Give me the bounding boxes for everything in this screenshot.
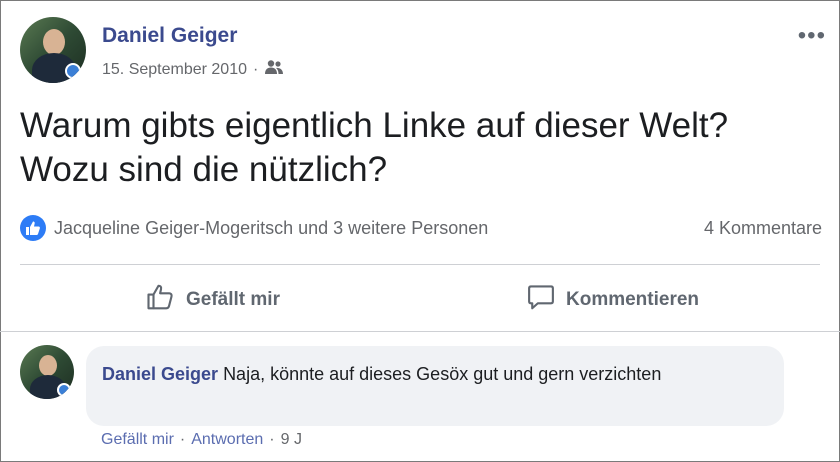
comment-body: Daniel Geiger Naja, könnte auf dieses Ge…: [102, 361, 722, 387]
more-options-icon[interactable]: •••: [798, 22, 826, 50]
comment-age[interactable]: 9 J: [281, 431, 302, 449]
comment-bubble-icon: [526, 282, 556, 318]
action-separator: ·: [179, 431, 186, 448]
comment-text: Naja, könnte auf dieses Gesöx gut und ge…: [223, 364, 662, 384]
post-author-name[interactable]: Daniel Geiger: [102, 24, 237, 48]
reactions-text: Jacqueline Geiger-Mogeritsch und 3 weite…: [54, 217, 489, 238]
like-button[interactable]: Gefällt mir: [146, 282, 280, 318]
comment-button[interactable]: Kommentieren: [526, 282, 699, 318]
divider: [20, 264, 820, 265]
post-text: Warum gibts eigentlich Linke auf dieser …: [20, 106, 729, 189]
meta-separator: ·: [253, 60, 259, 78]
comment-actions: Gefällt mir · Antworten · 9 J: [101, 431, 302, 449]
like-button-label: Gefällt mir: [186, 289, 280, 310]
friends-icon[interactable]: [264, 59, 284, 80]
post-meta: 15. September 2010 ·: [102, 59, 284, 80]
comment-button-label: Kommentieren: [566, 289, 700, 310]
comment-reply-link[interactable]: Antworten: [191, 431, 263, 449]
thumbs-up-icon: [146, 282, 176, 318]
author-avatar[interactable]: [20, 17, 86, 83]
like-reaction-icon: [20, 215, 46, 241]
comment-like-link[interactable]: Gefällt mir: [101, 431, 174, 449]
comment-count[interactable]: 4 Kommentare: [704, 218, 822, 239]
reactions-summary[interactable]: Jacqueline Geiger-Mogeritsch und 3 weite…: [20, 215, 488, 241]
action-separator: ·: [269, 431, 275, 448]
commenter-avatar[interactable]: [20, 345, 74, 399]
post-date[interactable]: 15. September 2010: [102, 61, 247, 79]
comment-bubble: Daniel Geiger Naja, könnte auf dieses Ge…: [86, 346, 784, 426]
comments-divider: [0, 331, 840, 332]
commenter-name[interactable]: Daniel Geiger: [102, 364, 218, 384]
